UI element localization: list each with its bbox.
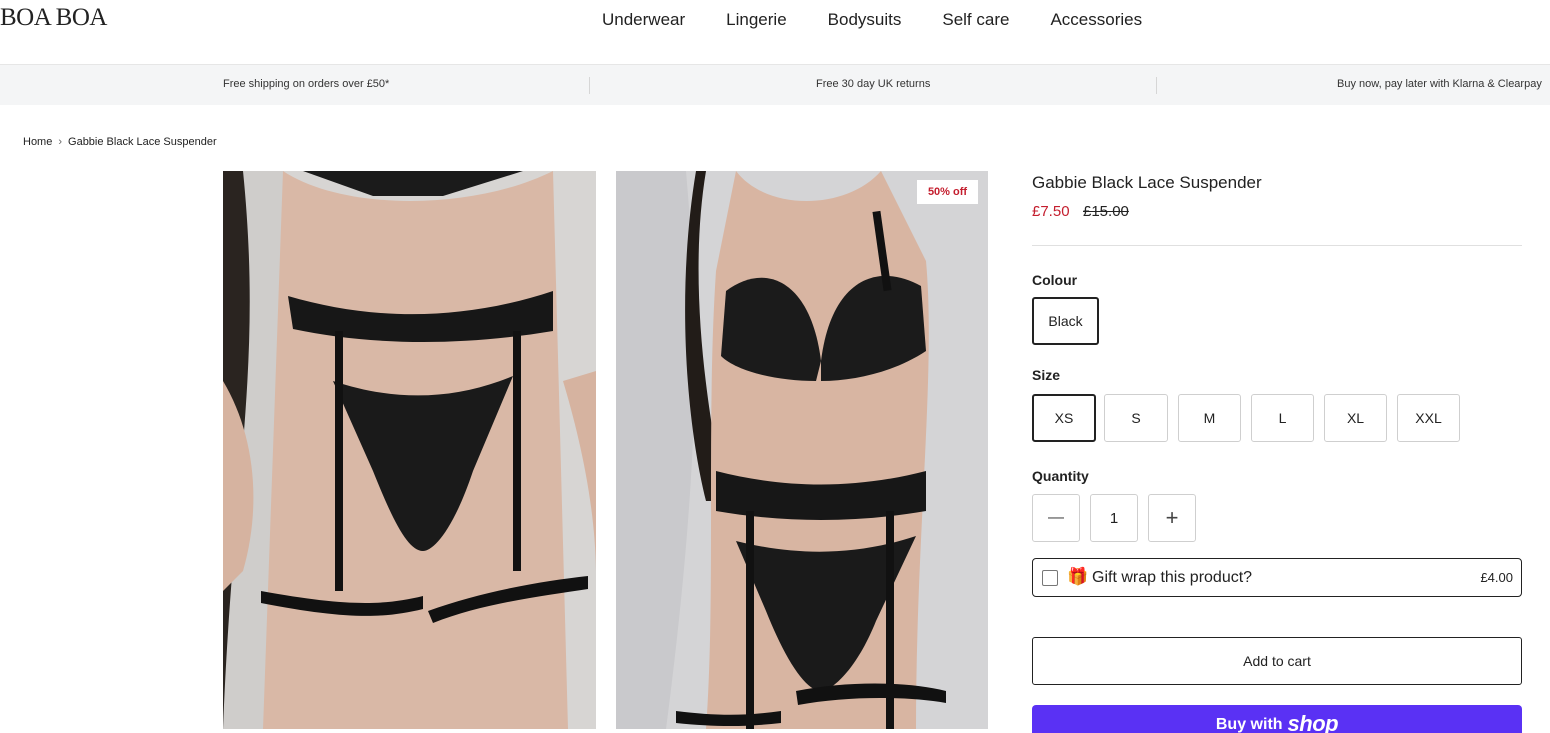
breadcrumb: Home › Gabbie Black Lace Suspender: [23, 136, 217, 148]
breadcrumb-current: Gabbie Black Lace Suspender: [68, 136, 217, 148]
chevron-right-icon: ›: [58, 136, 63, 148]
quantity-label: Quantity: [1032, 468, 1089, 484]
size-option-xs[interactable]: XS: [1032, 394, 1096, 442]
announcement-shipping: Free shipping on orders over £50*: [223, 78, 390, 90]
original-price: £15.00: [1083, 203, 1129, 220]
buy-with-shop-pay-button[interactable]: Buy with shop: [1032, 705, 1522, 733]
size-option-xl[interactable]: XL: [1324, 394, 1387, 442]
announcement-divider: [589, 77, 590, 94]
announcement-returns: Free 30 day UK returns: [816, 78, 931, 90]
size-option-s[interactable]: S: [1104, 394, 1168, 442]
colour-label: Colour: [1032, 272, 1078, 288]
product-title: Gabbie Black Lace Suspender: [1032, 173, 1262, 192]
size-option-xxl[interactable]: XXL: [1397, 394, 1460, 442]
brand-logo[interactable]: BOA BOA: [0, 4, 107, 32]
product-image-front[interactable]: [223, 171, 596, 729]
sale-price: £7.50: [1032, 203, 1070, 220]
nav-item-bodysuits[interactable]: Bodysuits: [828, 10, 902, 30]
size-option-m[interactable]: M: [1178, 394, 1241, 442]
announcement-bar: Free shipping on orders over £50* Free 3…: [0, 64, 1550, 105]
gift-wrap-option[interactable]: 🎁 Gift wrap this product? £4.00: [1032, 558, 1522, 597]
gift-wrap-checkbox[interactable]: [1042, 570, 1058, 586]
quantity-input[interactable]: [1090, 494, 1138, 542]
quantity-decrease-button[interactable]: —: [1032, 494, 1080, 542]
announcement-divider: [1156, 77, 1157, 94]
size-option-l[interactable]: L: [1251, 394, 1314, 442]
gift-wrap-label: Gift wrap this product?: [1092, 569, 1253, 586]
shop-pay-logo: shop: [1287, 711, 1339, 733]
quantity-increase-button[interactable]: +: [1148, 494, 1196, 542]
colour-option-black[interactable]: Black: [1032, 297, 1099, 345]
announcement-payment: Buy now, pay later with Klarna & Clearpa…: [1337, 78, 1542, 90]
main-nav: Underwear Lingerie Bodysuits Self care A…: [602, 10, 1183, 30]
plus-icon: +: [1165, 505, 1179, 530]
nav-item-self-care[interactable]: Self care: [942, 10, 1009, 30]
gift-icon: 🎁: [1067, 567, 1089, 586]
size-label: Size: [1032, 367, 1061, 383]
minus-icon: —: [1048, 509, 1064, 526]
product-photo-front: [223, 171, 596, 729]
add-to-cart-button[interactable]: Add to cart: [1032, 637, 1522, 685]
product-image-model[interactable]: [616, 171, 988, 729]
site-header: BOA BOA Underwear Lingerie Bodysuits Sel…: [0, 0, 1550, 64]
nav-item-underwear[interactable]: Underwear: [602, 10, 685, 30]
gift-wrap-price: £4.00: [1480, 570, 1513, 585]
nav-item-lingerie[interactable]: Lingerie: [726, 10, 787, 30]
divider: [1032, 245, 1522, 246]
buy-with-label: Buy with: [1215, 716, 1283, 733]
breadcrumb-home[interactable]: Home: [23, 136, 52, 148]
sale-badge: 50% off: [917, 180, 978, 204]
product-photo-model: [616, 171, 988, 729]
nav-item-accessories[interactable]: Accessories: [1050, 10, 1142, 30]
